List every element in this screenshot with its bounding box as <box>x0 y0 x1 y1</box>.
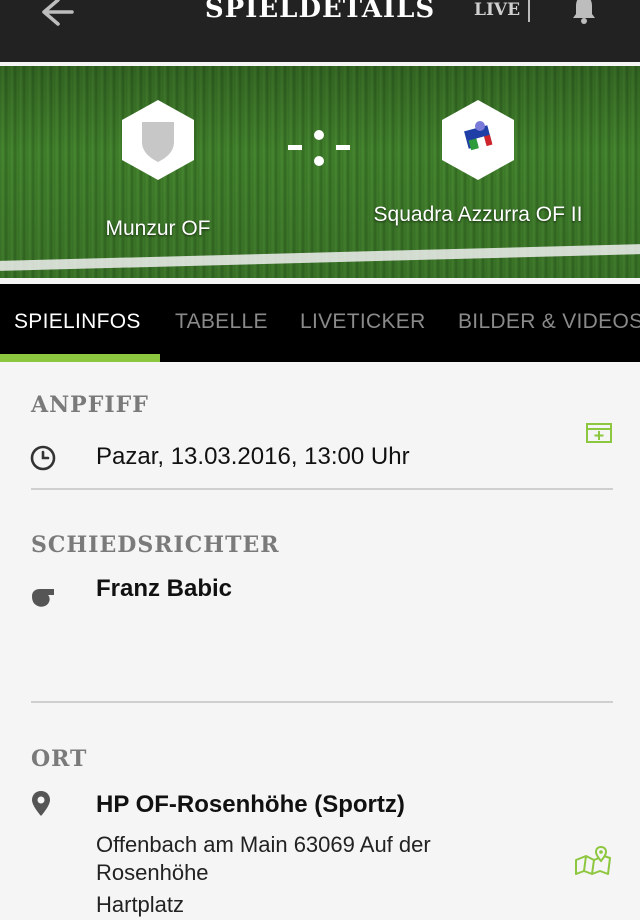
score-display <box>288 130 350 166</box>
field-line <box>0 242 640 272</box>
live-button[interactable]: LIVE <box>474 0 520 20</box>
tab-tabelle[interactable]: TABELLE <box>175 310 268 334</box>
whistle-icon <box>32 589 54 607</box>
tab-bilder-videos[interactable]: BILDER & VIDEOS <box>458 310 640 334</box>
shield-icon <box>122 100 194 180</box>
match-header: Munzur OF Squadra Azzurra OF II <box>0 66 640 278</box>
referee-name: Franz Babic <box>96 575 233 602</box>
top-app-bar: SPIELDETAILS LIVE <box>0 0 640 62</box>
referee-section-title: SCHIEDSRICHTER <box>31 532 280 558</box>
clock-icon <box>30 445 56 471</box>
venue-surface: Hartplatz <box>96 892 185 917</box>
tab-liveticker[interactable]: LIVETICKER <box>300 310 426 334</box>
venue-name: HP OF-Rosenhöhe (Sportz) <box>96 791 405 818</box>
location-pin-icon <box>32 791 50 816</box>
away-team-badge <box>438 98 518 182</box>
kickoff-datetime: Pazar, 13.03.2016, 13:00 Uhr <box>96 443 410 470</box>
bell-icon[interactable] <box>570 0 598 24</box>
tab-spielinfos[interactable]: SPIELINFOS <box>14 310 141 334</box>
away-team-name: Squadra Azzurra OF II <box>373 203 583 226</box>
divider <box>31 701 613 703</box>
venue-section-title: ORT <box>31 746 88 772</box>
match-info-panel: ANPFIFF Pazar, 13.03.2016, 13:00 Uhr SCH… <box>0 362 640 920</box>
club-crest-icon <box>442 100 514 180</box>
calendar-add-icon[interactable] <box>585 420 613 444</box>
map-icon[interactable] <box>574 844 612 876</box>
home-team-badge <box>118 98 198 182</box>
kickoff-section-title: ANPFIFF <box>31 392 149 418</box>
home-team-name: Munzur OF <box>105 217 211 240</box>
tab-bar: SPIELINFOS TABELLE LIVETICKER BILDER & V… <box>0 284 640 362</box>
venue-address-line2: Rosenhöhe <box>96 860 209 885</box>
divider <box>31 488 613 490</box>
venue-address-line1: Offenbach am Main 63069 Auf der <box>96 832 431 857</box>
page-title: SPIELDETAILS <box>204 0 436 24</box>
live-flag-pole <box>528 0 530 22</box>
active-tab-indicator <box>0 354 160 362</box>
